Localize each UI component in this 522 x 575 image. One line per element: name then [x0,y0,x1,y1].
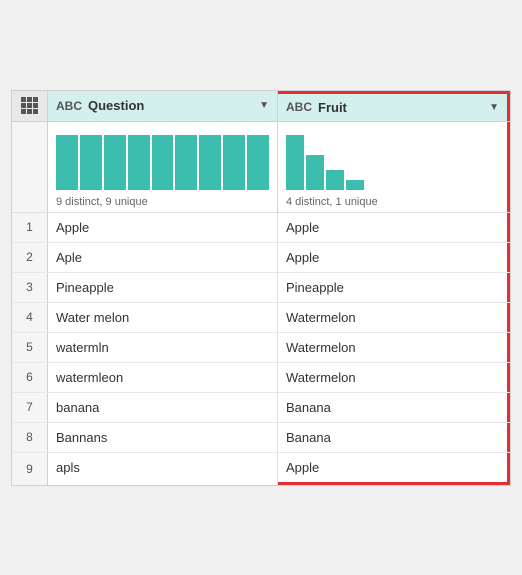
question-chart-cell: 9 distinct, 9 unique [48,122,278,212]
fruit-cell: Apple [278,213,510,242]
question-cell: Apple [48,213,278,242]
chart-row-num [12,122,48,212]
question-cell: Water melon [48,303,278,332]
question-cell: Pineapple [48,273,278,302]
table-row: 7bananaBanana [12,393,510,423]
chart-row: 9 distinct, 9 unique 4 distinct, 1 uniqu… [12,122,510,213]
fruit-chart-cell: 4 distinct, 1 unique [278,122,510,212]
row-number: 2 [12,243,48,272]
question-cell: watermln [48,333,278,362]
row-number: 3 [12,273,48,302]
table-row: 6watermleonWatermelon [12,363,510,393]
table-row: 2ApleApple [12,243,510,273]
fruit-cell: Pineapple [278,273,510,302]
table-row: 8BannansBanana [12,423,510,453]
question-col-dropdown-icon[interactable]: ▼ [259,100,269,111]
bar [326,170,344,190]
fruit-cell: Watermelon [278,303,510,332]
fruit-chart-label: 4 distinct, 1 unique [286,196,378,208]
table-row: 1AppleApple [12,213,510,243]
question-col-type-icon: ABC [56,99,82,113]
bar [80,135,102,190]
question-column-header[interactable]: ABC Question ▼ [48,91,278,121]
row-num-header [12,91,48,121]
data-rows-container: 1AppleApple2ApleApple3PineapplePineapple… [12,213,510,485]
row-number: 8 [12,423,48,452]
row-number: 1 [12,213,48,242]
question-chart-label: 9 distinct, 9 unique [56,196,148,208]
fruit-cell: Watermelon [278,363,510,392]
row-number: 5 [12,333,48,362]
bar [56,135,78,190]
bar [175,135,197,190]
grid-icon [21,97,38,114]
question-cell: Aple [48,243,278,272]
table-row: 4Water melonWatermelon [12,303,510,333]
table-header: ABC Question ▼ ABC Fruit ▼ [12,91,510,122]
fruit-cell: Banana [278,423,510,452]
bar [128,135,150,190]
bar [286,135,304,190]
bar [346,180,364,190]
table-row: 3PineapplePineapple [12,273,510,303]
fruit-col-label: Fruit [318,100,483,115]
table-row: 5watermlnWatermelon [12,333,510,363]
bar [247,135,269,190]
row-number: 4 [12,303,48,332]
fruit-cell: Watermelon [278,333,510,362]
question-cell: banana [48,393,278,422]
question-bars [56,130,269,190]
fruit-col-type-icon: ABC [286,100,312,114]
bar [223,135,245,190]
fruit-column-header[interactable]: ABC Fruit ▼ [278,91,510,121]
row-number: 6 [12,363,48,392]
fruit-col-dropdown-icon[interactable]: ▼ [489,102,499,113]
main-table: ABC Question ▼ ABC Fruit ▼ 9 distinct, 9… [11,90,511,486]
bar [199,135,221,190]
fruit-cell: Banana [278,393,510,422]
bar [152,135,174,190]
row-number: 9 [12,453,48,485]
fruit-cell: Apple [278,453,510,485]
fruit-bars [286,130,499,190]
question-cell: Bannans [48,423,278,452]
question-cell: apls [48,453,278,485]
question-col-label: Question [88,98,253,113]
bar [306,155,324,190]
table-row: 9aplsApple [12,453,510,485]
fruit-cell: Apple [278,243,510,272]
question-cell: watermleon [48,363,278,392]
bar [104,135,126,190]
row-number: 7 [12,393,48,422]
